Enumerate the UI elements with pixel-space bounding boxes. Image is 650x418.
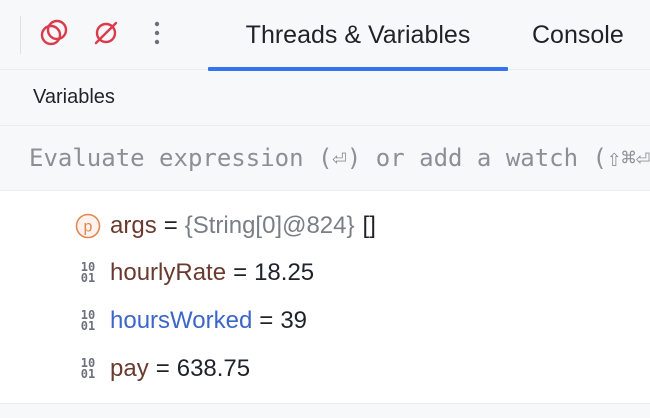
variable-text: args = {String[0]@824} [] — [110, 212, 376, 240]
variable-row-args[interactable]: p args = {String[0]@824} [] — [0, 202, 650, 250]
more-options-button[interactable] — [142, 19, 172, 51]
more-vertical-icon — [152, 18, 162, 53]
variable-name: hourlyRate — [110, 259, 227, 286]
primitive-icon: 10 01 — [80, 308, 96, 333]
tab-console-label: Console — [532, 20, 624, 49]
variable-name: hoursWorked — [110, 307, 253, 334]
variable-value: [] — [362, 212, 376, 239]
variable-name: args — [110, 212, 157, 239]
debug-toolbar: Threads & Variables Console — [0, 0, 650, 71]
svg-text:p: p — [84, 219, 93, 236]
primitive-icon: 10 01 — [80, 260, 96, 285]
variable-value: 18.25 — [254, 259, 315, 286]
variables-header: Variables — [0, 70, 650, 126]
variable-text: hourlyRate = 18.25 — [110, 259, 314, 287]
variable-row-hoursWorked[interactable]: 10 01 hoursWorked = 39 — [0, 297, 650, 345]
variable-value: 638.75 — [176, 355, 251, 382]
mute-breakpoints-button[interactable] — [90, 19, 122, 51]
tab-threads-variables-label: Threads & Variables — [245, 20, 471, 49]
toolbar-separator — [20, 16, 21, 54]
variable-value: 39 — [280, 307, 308, 334]
equals-sign: = — [259, 307, 274, 334]
parameter-icon: p — [74, 212, 102, 240]
mute-breakpoints-icon — [91, 18, 121, 53]
variable-text: hoursWorked = 39 — [110, 307, 307, 335]
variable-row-pay[interactable]: 10 01 pay = 638.75 — [0, 345, 650, 393]
evaluate-expression-input[interactable]: Evaluate expression (⏎) or add a watch (… — [0, 126, 650, 191]
variable-type: {String[0]@824} — [184, 212, 355, 239]
primitive-icon: 10 01 — [80, 356, 96, 381]
tab-threads-variables[interactable]: Threads & Variables — [208, 0, 508, 71]
variable-name: pay — [110, 355, 149, 382]
rerun-icon — [39, 18, 69, 53]
rerun-button[interactable] — [38, 19, 70, 51]
section-title: Variables — [33, 86, 115, 108]
variables-tree: p args = {String[0]@824} [] 10 01 hourlyR… — [0, 191, 650, 404]
variable-text: pay = 638.75 — [110, 355, 250, 383]
equals-sign: = — [163, 212, 178, 239]
equals-sign: = — [233, 259, 248, 286]
equals-sign: = — [155, 355, 170, 382]
evaluate-placeholder: Evaluate expression (⏎) or add a watch (… — [29, 144, 650, 172]
tab-console[interactable]: Console — [520, 0, 645, 70]
variable-row-hourlyRate[interactable]: 10 01 hourlyRate = 18.25 — [0, 249, 650, 297]
